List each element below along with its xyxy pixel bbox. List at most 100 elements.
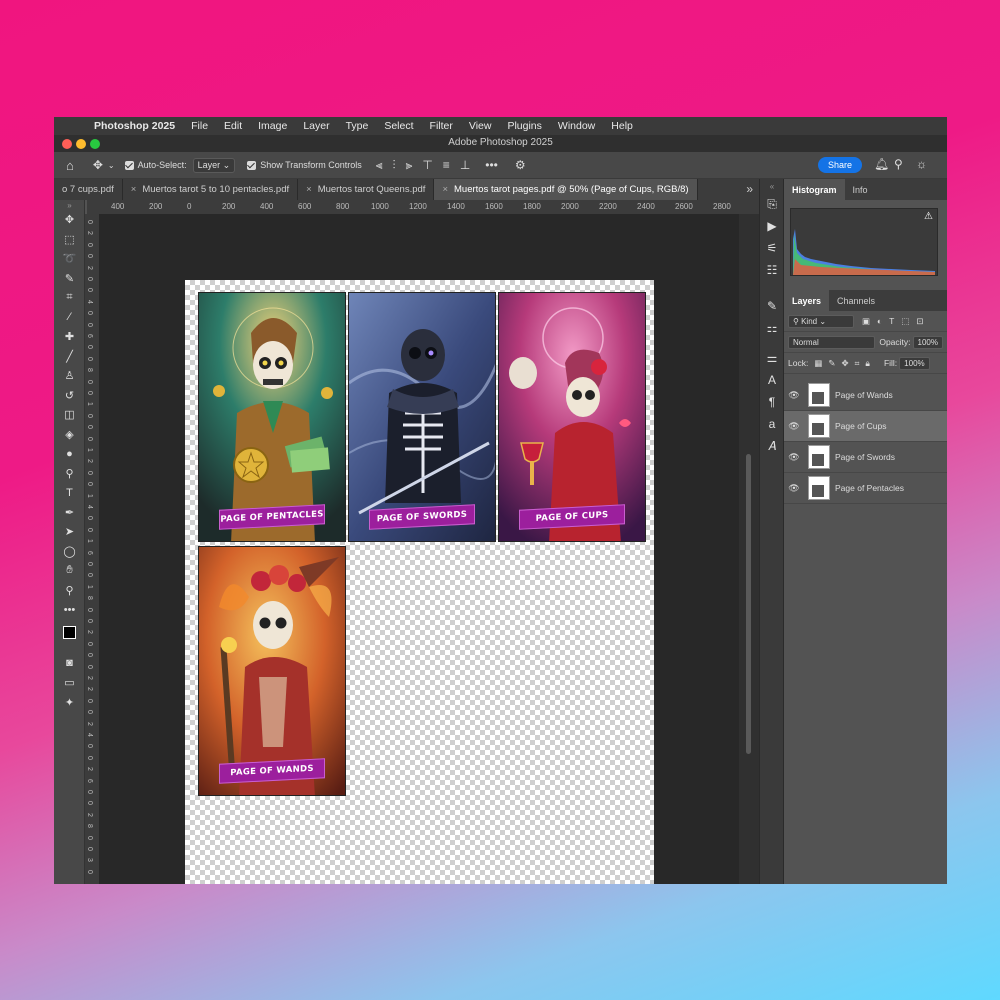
generative-icon[interactable]: ✦ [54,693,85,713]
healing-tool-icon[interactable]: ✚ [54,327,85,347]
brush-settings-icon[interactable]: ⚏ [760,317,784,339]
shape-filter-icon[interactable]: ⬚ [901,316,909,327]
kind-filter-dropdown[interactable]: ⚲ Kind ⌄ [788,314,854,328]
eye-icon[interactable]: 👁︎ [784,390,804,401]
align-right-icon[interactable]: ⫸ [406,158,413,173]
card-page-of-swords[interactable]: PAGE OF SWORDS [348,292,496,542]
move-tool-icon[interactable]: ✥ [93,158,103,172]
brush-tool-icon[interactable]: ╱ [54,347,85,367]
bell-icon[interactable]: 🔔︎ [874,157,889,171]
quick-mask-icon[interactable]: ◙ [54,654,85,674]
paint-bucket-icon[interactable]: ◈ [54,425,85,445]
menu-type[interactable]: Type [346,120,369,132]
zoom-tool-icon[interactable]: ⚲ [54,581,85,601]
menu-view[interactable]: View [469,120,492,132]
auto-select-dropdown[interactable]: Layer ⌄ [192,157,236,173]
close-icon[interactable]: × [131,184,137,195]
lock-transparency-icon[interactable]: ▦ [814,358,822,369]
menu-filter[interactable]: Filter [430,120,453,132]
more-options-button[interactable]: ••• [485,158,498,172]
chevron-down-icon[interactable]: ⌄ [108,161,115,170]
align-middle-icon[interactable]: ≡ [443,158,450,172]
eye-icon[interactable]: 👁︎ [784,483,804,494]
search-icon[interactable]: ⚲ [894,157,903,171]
lock-pixels-icon[interactable]: ✎ [828,358,835,369]
shape-tool-icon[interactable]: ◯ [54,542,85,562]
adjustments-icon[interactable]: ⚟ [760,237,784,259]
layer-row-cups[interactable]: 👁︎ Page of Cups [784,411,947,442]
blur-tool-icon[interactable]: ● [54,444,85,464]
path-select-icon[interactable]: ➤ [54,522,85,542]
lock-position-icon[interactable]: ✥ [841,358,848,369]
layer-row-wands[interactable]: 👁︎ Page of Wands [784,380,947,411]
vertical-scrollbar[interactable] [739,214,759,884]
dodge-tool-icon[interactable]: ⚲ [54,464,85,484]
tabs-overflow-icon[interactable]: » [746,182,753,196]
smart-object-filter-icon[interactable]: ⊡ [916,316,923,327]
type-tool-icon[interactable]: T [54,483,85,503]
menu-select[interactable]: Select [384,120,413,132]
tab-layers[interactable]: Layers [784,290,830,311]
pixel-filter-icon[interactable]: ▣ [862,316,870,327]
tab-channels[interactable]: Channels [829,290,883,311]
layer-row-pentacles[interactable]: 👁︎ Page of Pentacles [784,473,947,504]
menu-help[interactable]: Help [611,120,633,132]
home-icon[interactable]: ⌂ [66,158,74,173]
crop-tool-icon[interactable]: ⌗ [54,288,85,308]
gear-icon[interactable]: ⚙ [515,158,526,172]
document-canvas[interactable]: PAGE OF PENTACLES PAGE OF SWORDS PAGE OF… [185,280,654,884]
blend-mode-dropdown[interactable]: Normal [788,335,876,349]
menu-layer[interactable]: Layer [303,120,329,132]
actions-play-icon[interactable]: ▶ [760,215,784,237]
distribute-icon[interactable]: ⊥ [460,158,470,172]
scroll-thumb[interactable] [746,454,751,754]
type-filter-icon[interactable]: T [889,316,894,326]
glyphs-icon[interactable]: a [760,413,784,435]
properties-icon[interactable]: ☷ [760,259,784,281]
align-center-icon[interactable]: ⫶ [393,158,396,173]
card-page-of-pentacles[interactable]: PAGE OF PENTACLES [198,292,346,542]
brush-panel-icon[interactable]: ✎ [760,295,784,317]
menu-edit[interactable]: Edit [224,120,242,132]
share-button[interactable]: Share [818,157,863,173]
card-page-of-wands[interactable]: PAGE OF WANDS [198,546,346,796]
pen-tool-icon[interactable]: ✒ [54,503,85,523]
color-swatches[interactable] [54,620,85,654]
foreground-color-swatch[interactable] [63,625,76,639]
move-tool-icon[interactable]: ✥ [54,210,85,230]
marquee-tool-icon[interactable]: ⬚ [54,230,85,250]
quick-select-tool-icon[interactable]: ✎ [54,269,85,289]
transform-controls-checkbox[interactable] [247,160,257,170]
tab-info[interactable]: Info [845,179,876,200]
stamp-tool-icon[interactable]: ♙ [54,366,85,386]
card-page-of-cups[interactable]: PAGE OF CUPS [498,292,646,542]
menu-image[interactable]: Image [258,120,287,132]
warning-icon[interactable]: ⚠ [924,211,933,222]
lock-all-icon[interactable]: 🔒︎ [865,358,870,369]
eyedropper-tool-icon[interactable]: ⁄ [54,308,85,328]
fill-field[interactable]: 100% [899,356,930,370]
more-tools-icon[interactable]: ••• [54,600,85,620]
auto-select-checkbox[interactable] [124,160,134,170]
close-icon[interactable]: × [442,184,448,195]
lightbulb-icon[interactable]: ☼ [916,157,927,171]
lasso-tool-icon[interactable]: ➰ [54,249,85,269]
align-left-icon[interactable]: ⫷ [376,158,383,173]
menu-app[interactable]: Photoshop 2025 [94,120,175,132]
align-top-icon[interactable]: ⊤ [422,158,432,172]
collapse-icon[interactable]: » [54,200,85,210]
character-styles-icon[interactable]: 𝐴 [760,435,784,457]
eye-icon[interactable]: 👁︎ [784,421,804,432]
character-icon[interactable]: A [760,369,784,391]
libraries-icon[interactable]: ⚌ [760,347,784,369]
history-brush-icon[interactable]: ↺ [54,386,85,406]
screen-mode-icon[interactable]: ▭ [54,673,85,693]
hand-tool-icon[interactable]: ✋︎ [54,561,85,581]
tab-5-to-10-pentacles[interactable]: × Muertos tarot 5 to 10 pentacles.pdf [123,179,299,200]
tab-7-cups[interactable]: o 7 cups.pdf [54,179,123,200]
menu-file[interactable]: File [191,120,208,132]
eraser-tool-icon[interactable]: ◫ [54,405,85,425]
lock-artboard-icon[interactable]: ⌗ [855,358,860,369]
tab-histogram[interactable]: Histogram [784,179,845,200]
tab-queens[interactable]: × Muertos tarot Queens.pdf [298,179,435,200]
